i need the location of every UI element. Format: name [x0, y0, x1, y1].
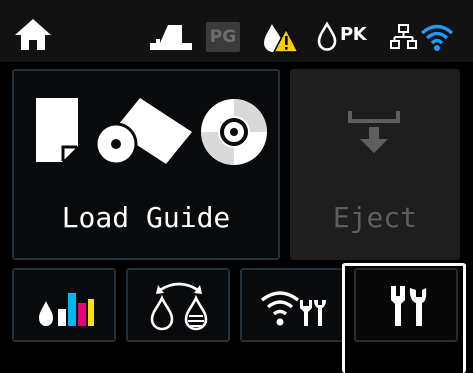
ink-drops-icon	[150, 282, 208, 331]
wifi-icon[interactable]	[420, 22, 454, 52]
maintenance-button[interactable]	[126, 268, 230, 342]
eject-button: Eject	[290, 69, 460, 260]
pg-badge: PG	[206, 22, 240, 52]
eject-icon	[348, 111, 400, 153]
pk-ink-label: PK	[340, 24, 367, 45]
home-icon[interactable]	[14, 17, 52, 51]
ink-levels-icon	[39, 293, 94, 326]
ink-levels-button[interactable]	[12, 268, 116, 342]
selection-highlight	[342, 263, 466, 373]
printer-lcd-screen: PG PK Load Guide Eject	[0, 0, 473, 373]
status-bar: PG PK	[0, 0, 473, 62]
wired-network-icon	[390, 24, 417, 49]
network-settings-button[interactable]	[240, 268, 344, 342]
cd-disc-icon	[201, 99, 267, 165]
eject-label: Eject	[332, 201, 418, 234]
wifi-tools-icon	[260, 291, 326, 326]
roll-paper-icon	[96, 98, 192, 166]
ink-drop-icon	[317, 21, 337, 51]
load-guide-button[interactable]: Load Guide	[12, 69, 280, 260]
ink-warning-icon	[264, 24, 298, 53]
load-guide-label: Load Guide	[61, 201, 231, 234]
printer-status-icon	[150, 25, 192, 50]
cut-sheet-icon	[36, 98, 78, 162]
